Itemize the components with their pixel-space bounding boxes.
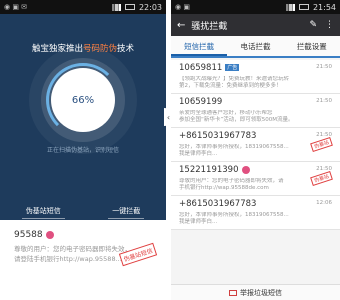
list-item[interactable]: +8615031967783 21:50 您好，本律师事务所授权，1831906…	[171, 128, 340, 162]
notification-icons-right: ◉ ▣	[175, 3, 190, 11]
one-click-block-button[interactable]: 一键拦截	[108, 204, 145, 219]
report-icon	[229, 289, 237, 296]
message-preview: 亲爱的全球通客户您好，移动小乐帮您 参加全国“新华卡”活动，即可领取500M流量。	[179, 110, 294, 124]
message-list: 10659811 广告 21:50 【领跑大战曝光？】免费玩教！来邀请您玩转 第2，…	[171, 58, 340, 232]
message-preview: 您好，本律师事务所授权，18319067558... 我是律师李白...	[179, 212, 289, 226]
signal-icon-right	[285, 3, 295, 11]
left-phone-screen: ◉ ▣ ✉ 22:03 触宝独家推出号码防伪技术 66% 正在扫描伪基站，识别短…	[0, 0, 166, 300]
status-time-right: 21:54	[312, 2, 336, 12]
report-spam-label: 举报垃圾短信	[240, 288, 282, 297]
scan-subnote: 正在扫描伪基站，识别短信	[46, 147, 119, 154]
message-time: 21:50	[316, 64, 332, 70]
tab-bar: 短信拦截 电话拦截 拦截设置	[171, 36, 340, 58]
list-item[interactable]: 10659811 广告 21:50 【领跑大战曝光？】免费玩教！来邀请您玩转 第2，…	[171, 60, 340, 94]
tab-call-block[interactable]: 电话拦截	[227, 36, 283, 56]
fake-station-sms-button[interactable]: 伪基站短信	[21, 204, 65, 219]
battery-icon	[124, 4, 135, 10]
headline-pre: 触宝独家推出	[31, 44, 83, 54]
headline-post: 技术	[117, 44, 135, 54]
battery-icon-right	[298, 4, 309, 10]
list-item[interactable]: 10659199 21:50 亲爱的全球通客户您好，移动小乐帮您 参加全国“新华卡…	[171, 94, 340, 128]
signal-icon	[111, 3, 121, 11]
right-phone-screen: ◉ ▣ 21:54 ← 骚扰拦截 ✎ ⋮ 短信拦截 电话拦截 拦截设置 1065…	[171, 0, 340, 300]
tab-block-settings[interactable]: 拦截设置	[284, 36, 340, 56]
message-preview: 【领跑大战曝光？】免费玩教！来邀请您玩转 第2，下载免流量：免费继承到的梗多多！	[179, 76, 290, 90]
message-time: 12:06	[316, 200, 332, 206]
sender-number: +8615031967783	[179, 131, 257, 141]
sender-number: 15221191390	[179, 165, 239, 175]
message-number: 95588	[14, 230, 152, 240]
tab-sms-block[interactable]: 短信拦截	[171, 36, 228, 56]
list-item[interactable]: 15221191390 21:50 尊敬的用户：您的电子密码器即将失效，请 手机银…	[171, 162, 340, 196]
flag-icon	[45, 230, 54, 239]
edit-icon[interactable]: ✎	[309, 20, 317, 30]
headline-accent: 号码防伪	[82, 44, 117, 54]
headline: 触宝独家推出号码防伪技术	[0, 42, 166, 54]
status-bar-right: ◉ ▣ 21:54	[171, 0, 340, 14]
progress-value: 66%	[71, 94, 95, 106]
page-title: 骚扰拦截	[191, 21, 228, 32]
back-arrow-icon[interactable]: ←	[177, 20, 185, 31]
menu-icon[interactable]: ⋮	[325, 20, 334, 30]
sender-number: 10659199	[179, 97, 223, 107]
report-spam-button[interactable]: 举报垃圾短信	[171, 284, 340, 300]
message-time: 21:50	[316, 98, 332, 104]
progress-dial: 66%	[51, 68, 115, 132]
title-bar: ← 骚扰拦截 ✎ ⋮	[171, 14, 340, 36]
ad-tag: 广告	[225, 64, 240, 71]
screenshot-frame: ◉ ▣ ✉ 22:03 触宝独家推出号码防伪技术 66% 正在扫描伪基站，识别短…	[0, 0, 340, 300]
notification-icons: ◉ ▣ ✉	[4, 3, 28, 11]
flag-icon	[241, 165, 250, 174]
message-card[interactable]: 95588 尊敬的用户：您的电子密码器即将失效， 请登陆手机银行http://w…	[0, 220, 166, 300]
sender-number: 10659811	[179, 63, 223, 73]
action-row: 伪基站短信 一键拦截	[0, 204, 166, 219]
sender-number: +8615031967783	[179, 199, 257, 209]
status-time: 22:03	[138, 2, 162, 12]
status-bar: ◉ ▣ ✉ 22:03	[0, 0, 166, 14]
list-item[interactable]: +8615031967783 12:06 您好，本律师事务所授权，1831906…	[171, 196, 340, 230]
message-preview: 您好，本律师事务所授权，18319067558... 我是律师李白...	[179, 144, 289, 158]
message-preview: 尊敬的用户：您的电子密码器即将失效，请 手机银行http://wap.95588d…	[179, 178, 284, 192]
